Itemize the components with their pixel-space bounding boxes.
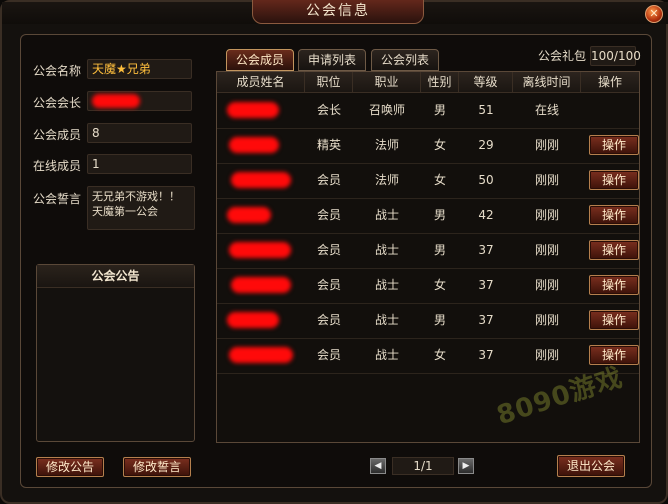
cell-gender: 女 (433, 173, 446, 187)
member-action-button[interactable]: 操作 (589, 240, 639, 260)
cell-class: 战士 (374, 243, 399, 257)
window-title: 公会信息 (306, 3, 370, 19)
col-class: 职业 (353, 72, 421, 92)
member-action-button[interactable]: 操作 (589, 310, 639, 330)
member-action-button[interactable]: 操作 (589, 205, 639, 225)
cell-level: 37 (478, 313, 494, 327)
guild-name-label: 公会名称 (33, 64, 82, 78)
cell-offline-time: 刚刚 (534, 208, 559, 222)
cell-level: 42 (478, 208, 494, 222)
cell-position: 会员 (316, 313, 341, 327)
cell-offline-time: 刚刚 (534, 138, 559, 152)
cell-gender: 女 (433, 348, 446, 362)
member-action-button[interactable]: 操作 (589, 170, 639, 190)
cell-level: 50 (478, 173, 494, 187)
member-action-button[interactable]: 操作 (589, 275, 639, 295)
cell-level: 37 (478, 278, 494, 292)
guild-members-label: 公会成员 (33, 128, 82, 142)
cell-class: 战士 (374, 208, 399, 222)
guild-leader-field (87, 91, 192, 111)
redacted-member-name (231, 172, 291, 188)
table-row[interactable]: 会员 战士 男 42 刚刚 操作 (217, 198, 639, 234)
quit-guild-button[interactable]: 退出公会 (557, 455, 625, 477)
guild-members-field: 8 (87, 123, 192, 143)
tab-guild-list[interactable]: 公会列表 (371, 49, 439, 71)
cell-gender: 男 (433, 243, 446, 257)
table-row[interactable]: 会员 战士 女 37 刚刚 操作 (217, 268, 639, 304)
close-icon[interactable]: ✕ (645, 5, 663, 23)
cell-level: 51 (478, 103, 494, 117)
table-row[interactable]: 会长 召唤师 男 51 在线 (217, 93, 639, 129)
cell-level: 29 (478, 138, 494, 152)
redacted-name (92, 94, 140, 108)
guild-gift-label: 公会礼包 (538, 49, 587, 63)
col-action: 操作 (597, 75, 622, 89)
col-level: 等级 (459, 72, 513, 92)
next-page-icon[interactable]: ▶ (458, 458, 474, 474)
cell-position: 会员 (316, 278, 341, 292)
table-header: 成员姓名 职位 职业 性别 等级 离线时间 操作 (217, 72, 639, 93)
cell-gender: 女 (433, 138, 446, 152)
cell-class: 召唤师 (368, 103, 405, 117)
title-plate: 公会信息 (252, 0, 424, 24)
guild-info-window: 公会信息 ✕ 公会名称 天魔★兄弟 公会会长 公会成员 8 在线成员 1 公会誓… (0, 0, 668, 504)
cell-position: 会员 (316, 173, 341, 187)
cell-position: 精英 (316, 138, 341, 152)
cell-gender: 男 (433, 208, 446, 222)
table-row[interactable]: 精英 法师 女 29 刚刚 操作 (217, 128, 639, 164)
page-indicator: 1/1 (392, 457, 454, 475)
cell-offline-time: 刚刚 (534, 348, 559, 362)
table-row[interactable]: 会员 战士 男 37 刚刚 操作 (217, 233, 639, 269)
cell-position: 会员 (316, 208, 341, 222)
guild-motto-field: 无兄弟不游戏！！天魔第一公会 (87, 186, 195, 230)
tab-application-list[interactable]: 申请列表 (298, 49, 366, 71)
cell-level: 37 (478, 243, 494, 257)
cell-level: 37 (478, 348, 494, 362)
col-gender: 性别 (421, 72, 459, 92)
cell-position: 会长 (316, 103, 341, 117)
cell-offline-time: 刚刚 (534, 313, 559, 327)
guild-gift-value: 100/100 (590, 46, 641, 66)
cell-offline-time: 在线 (534, 103, 559, 117)
member-action-button[interactable]: 操作 (589, 135, 639, 155)
redacted-member-name (227, 312, 279, 328)
cell-offline-time: 刚刚 (534, 173, 559, 187)
cell-class: 战士 (374, 278, 399, 292)
cell-gender: 女 (433, 278, 446, 292)
guild-leader-label: 公会会长 (33, 96, 82, 110)
cell-class: 法师 (374, 173, 399, 187)
redacted-member-name (227, 207, 271, 223)
col-offline-time: 离线时间 (513, 72, 581, 92)
table-row[interactable]: 会员 战士 男 37 刚刚 操作 (217, 303, 639, 339)
pager: ◀ 1/1 ▶ (370, 457, 476, 477)
col-member-name: 成员姓名 (217, 72, 305, 92)
cell-position: 会员 (316, 243, 341, 257)
guild-motto-label: 公会誓言 (33, 192, 82, 206)
online-members-field: 1 (87, 154, 192, 174)
cell-gender: 男 (433, 313, 446, 327)
guild-notice-panel: 公会公告 (36, 264, 195, 442)
edit-notice-button[interactable]: 修改公告 (36, 457, 104, 477)
prev-page-icon[interactable]: ◀ (370, 458, 386, 474)
cell-offline-time: 刚刚 (534, 278, 559, 292)
guild-notice-title: 公会公告 (37, 265, 194, 288)
cell-gender: 男 (433, 103, 446, 117)
redacted-member-name (231, 277, 291, 293)
edit-motto-button[interactable]: 修改誓言 (123, 457, 191, 477)
cell-class: 战士 (374, 348, 399, 362)
cell-class: 法师 (374, 138, 399, 152)
redacted-member-name (229, 347, 293, 363)
tab-guild-members[interactable]: 公会成员 (226, 49, 294, 71)
redacted-member-name (229, 137, 279, 153)
table-row[interactable]: 会员 法师 女 50 刚刚 操作 (217, 163, 639, 199)
redacted-member-name (227, 102, 279, 118)
redacted-member-name (229, 242, 291, 258)
cell-position: 会员 (316, 348, 341, 362)
cell-offline-time: 刚刚 (534, 243, 559, 257)
cell-class: 战士 (374, 313, 399, 327)
online-members-label: 在线成员 (33, 159, 82, 173)
col-position: 职位 (305, 72, 353, 92)
guild-name-field: 天魔★兄弟 (87, 59, 192, 79)
